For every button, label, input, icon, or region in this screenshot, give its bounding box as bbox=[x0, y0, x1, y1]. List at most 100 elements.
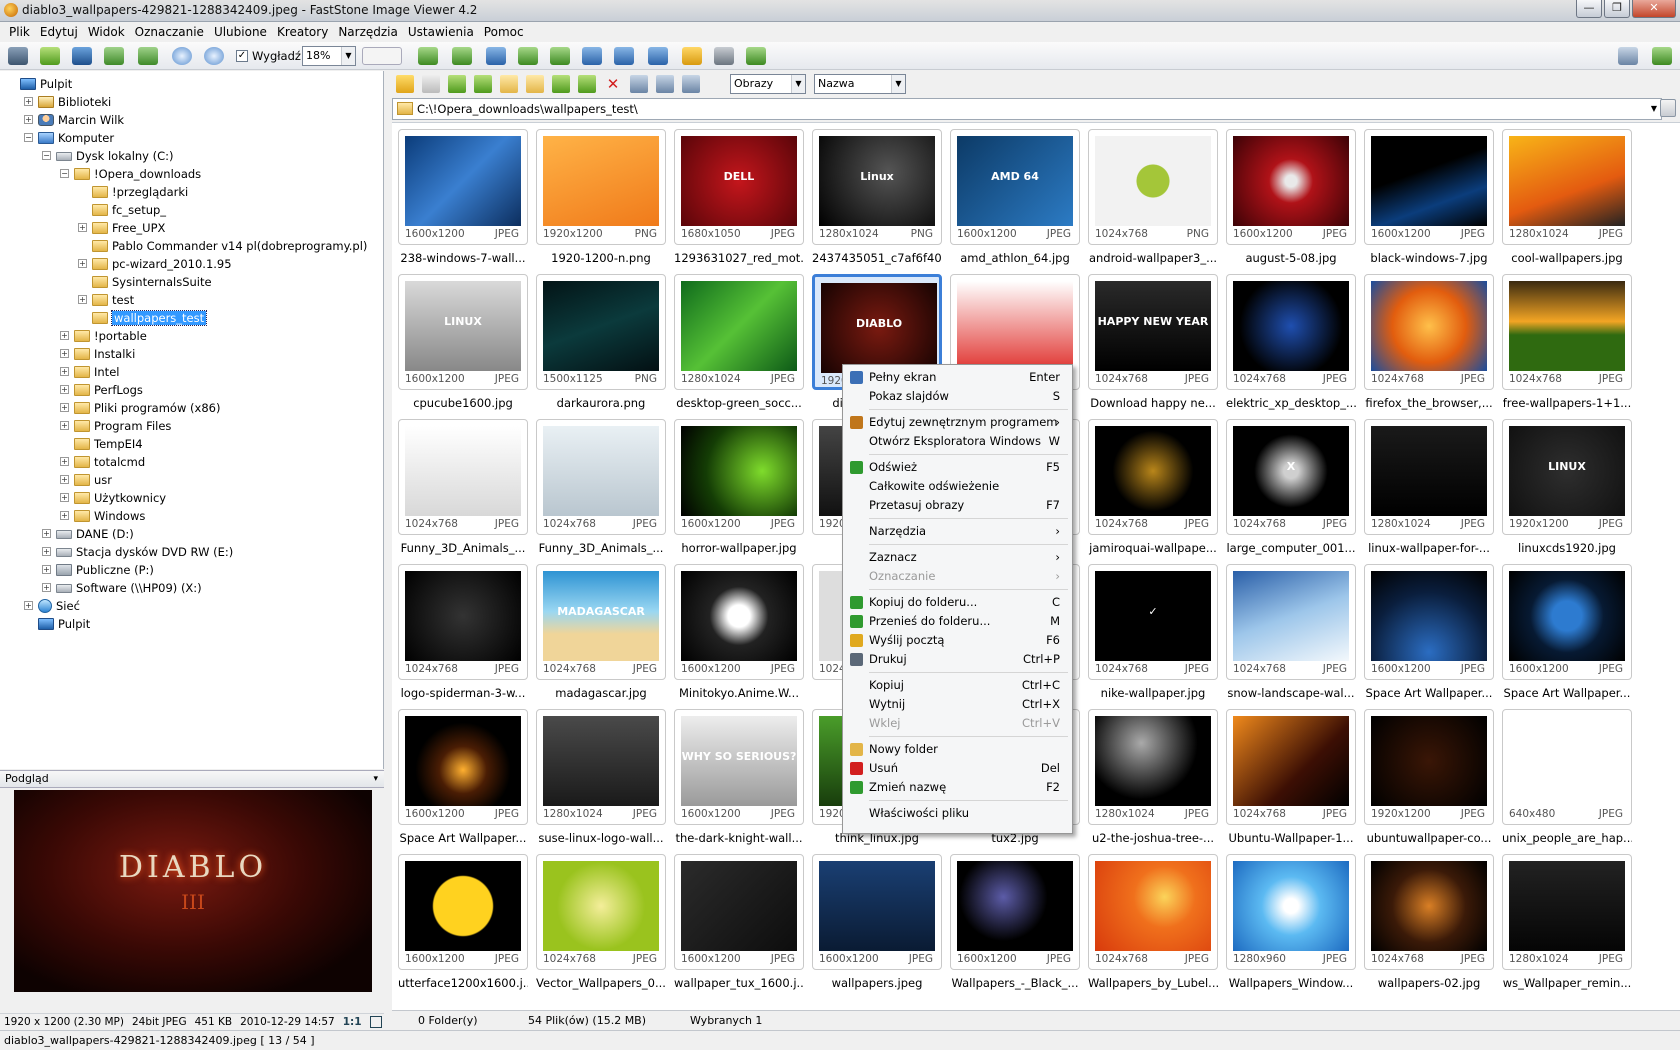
thumbnail-card[interactable]: DELL 1680x1050 JPEG bbox=[674, 129, 804, 245]
tree-item[interactable]: Software (\\HP09) (X:) bbox=[56, 579, 202, 597]
thumbnail-item[interactable]: 1280x1024 JPEG suse-linux-logo-wall... bbox=[536, 709, 666, 854]
thumbnail-card[interactable]: 1600x1200 JPEG bbox=[1364, 129, 1494, 245]
zoom-combo[interactable]: 18% ▼ bbox=[302, 46, 356, 66]
thumbnail-item[interactable]: 1024x768 JPEG free-wallpapers-1+1... bbox=[1502, 274, 1632, 419]
tree-item[interactable]: Program Files bbox=[74, 417, 171, 435]
delete-icon[interactable]: ✕ bbox=[604, 75, 622, 93]
acquire-icon[interactable] bbox=[8, 47, 28, 65]
chevron-down-icon[interactable]: ▼ bbox=[791, 75, 805, 93]
thumbnail-card[interactable]: HAPPY NEW YEAR 1024x768 JPEG bbox=[1088, 274, 1218, 390]
actual-size-button[interactable]: 1:1 bbox=[343, 1014, 362, 1030]
expand-toggle[interactable]: + bbox=[60, 421, 69, 430]
new-folder-icon[interactable] bbox=[526, 75, 544, 93]
thumbnail-card[interactable]: X 1024x768 JPEG bbox=[1226, 419, 1356, 535]
thumbnail-item[interactable]: 1280x1024 JPEG cool-wallpapers.jpg bbox=[1502, 129, 1632, 274]
tree-item[interactable]: Pulpit bbox=[38, 615, 90, 633]
thumbnail-card[interactable]: Linux 1280x1024 PNG bbox=[812, 129, 942, 245]
expand-toggle[interactable]: − bbox=[60, 169, 69, 178]
forward-icon[interactable] bbox=[422, 75, 440, 93]
expand-toggle[interactable]: − bbox=[24, 133, 33, 142]
expand-toggle[interactable]: + bbox=[42, 583, 51, 592]
thumbnail-item[interactable]: AMD 64 1600x1200 JPEG amd_athlon_64.jpg bbox=[950, 129, 1080, 274]
context-menu-item[interactable]: Kopiuj Ctrl+C bbox=[845, 676, 1070, 695]
move-to-icon[interactable] bbox=[578, 75, 596, 93]
thumbnail-card[interactable]: 1280x1024 JPEG bbox=[536, 709, 666, 825]
thumbnail-item[interactable]: 1024x768 JPEG logo-spiderman-3-w... bbox=[398, 564, 528, 709]
tree-item[interactable]: Pliki programów (x86) bbox=[74, 399, 220, 417]
context-menu-item[interactable]: Pokaz slajdów S bbox=[845, 387, 1070, 406]
close-button[interactable]: ✕ bbox=[1632, 0, 1676, 18]
thumbnail-card[interactable]: 1600x1200 JPEG bbox=[1226, 129, 1356, 245]
expand-toggle[interactable]: + bbox=[42, 547, 51, 556]
thumbnail-item[interactable]: Linux 1280x1024 PNG 2437435051_c7af6f40... bbox=[812, 129, 942, 274]
thumbnail-card[interactable]: ✓ 1024x768 JPEG bbox=[1088, 564, 1218, 680]
context-menu-item[interactable]: Pełny ekran Enter bbox=[845, 368, 1070, 387]
thumbnail-card[interactable]: 1280x1024 JPEG bbox=[1088, 709, 1218, 825]
thumbnail-card[interactable]: WHY SO SERIOUS? 1600x1200 JPEG bbox=[674, 709, 804, 825]
thumbnail-card[interactable]: 1024x768 JPEG bbox=[398, 564, 528, 680]
thumbnail-card[interactable]: 1920x1200 PNG bbox=[536, 129, 666, 245]
context-menu-item[interactable]: Edytuj zewnętrznym programem › bbox=[845, 413, 1070, 432]
tree-item[interactable]: !przeglądarki bbox=[92, 183, 188, 201]
thumbnail-card[interactable]: 1600x1200 JPEG bbox=[398, 129, 528, 245]
thumbnail-card[interactable]: 1500x1125 PNG bbox=[536, 274, 666, 390]
context-menu-item[interactable]: Zaznacz › bbox=[845, 548, 1070, 567]
thumbnail-item[interactable]: 1600x1200 JPEG Wallpapers_-_Black_... bbox=[950, 854, 1080, 999]
tree-item[interactable]: Instalki bbox=[74, 345, 135, 363]
thumbnail-item[interactable]: 1024x768 JPEG snow-landscape-wal... bbox=[1226, 564, 1356, 709]
hand-tool-icon[interactable] bbox=[362, 47, 402, 65]
thumbnail-item[interactable]: 1600x1200 JPEG Space Art Wallpaper... bbox=[1364, 564, 1494, 709]
layout-icon[interactable] bbox=[1618, 47, 1638, 65]
expand-toggle[interactable]: + bbox=[60, 349, 69, 358]
tree-item[interactable]: Windows bbox=[74, 507, 145, 525]
context-menu-item[interactable]: Usuń Del bbox=[845, 759, 1070, 778]
tree-item[interactable]: usr bbox=[74, 471, 112, 489]
tree-item[interactable]: DANE (D:) bbox=[56, 525, 134, 543]
thumbnail-item[interactable]: 1600x1200 JPEG Space Art Wallpaper... bbox=[398, 709, 528, 854]
path-field[interactable]: C:\!Opera_downloads\wallpapers_test\ ▼ bbox=[392, 98, 1662, 120]
folder-tree[interactable]: Pulpit + Biblioteki + Marcin Wilk − Komputer − D… bbox=[0, 71, 384, 769]
thumbnail-card[interactable]: 1024x768 PNG bbox=[1088, 129, 1218, 245]
thumbnail-item[interactable]: 1600x1200 JPEG Space Art Wallpaper... bbox=[1502, 564, 1632, 709]
save-icon[interactable] bbox=[72, 47, 92, 65]
thumbnail-item[interactable]: 640x480 JPEG unix_people_are_hap... bbox=[1502, 709, 1632, 854]
expand-toggle[interactable]: + bbox=[78, 223, 87, 232]
thumbnail-card[interactable]: 1280x960 JPEG bbox=[1226, 854, 1356, 970]
tree-item[interactable]: !portable bbox=[74, 327, 147, 345]
open-folder-icon[interactable] bbox=[40, 47, 60, 65]
tree-item[interactable]: totalcmd bbox=[74, 453, 145, 471]
expand-toggle[interactable]: + bbox=[42, 565, 51, 574]
tree-item[interactable]: !Opera_downloads bbox=[74, 165, 201, 183]
menu-kreatory[interactable]: Kreatory bbox=[272, 22, 333, 42]
context-menu-item[interactable]: Kopiuj do folderu... C bbox=[845, 593, 1070, 612]
trash-icon[interactable] bbox=[1660, 99, 1676, 117]
thumbnails-view-icon[interactable] bbox=[630, 75, 648, 93]
thumbnail-item[interactable]: 1024x768 JPEG Vector_Wallpapers_0... bbox=[536, 854, 666, 999]
thumbnail-item[interactable]: 1024x768 PNG android-wallpaper3_... bbox=[1088, 129, 1218, 274]
context-menu-item[interactable]: Drukuj Ctrl+P bbox=[845, 650, 1070, 669]
tree-item[interactable]: Komputer bbox=[38, 129, 114, 147]
thumbnail-item[interactable]: 1280x1024 JPEG ws_Wallpaper_remin... bbox=[1502, 854, 1632, 999]
context-menu-item[interactable]: Odśwież F5 bbox=[845, 458, 1070, 477]
chevron-down-icon[interactable]: ▾ bbox=[373, 771, 378, 787]
chevron-down-icon[interactable]: ▼ bbox=[341, 47, 355, 65]
thumbnail-card[interactable]: 1024x768 JPEG bbox=[1226, 274, 1356, 390]
thumbnail-card[interactable]: 1600x1200 JPEG bbox=[950, 854, 1080, 970]
sort-combo[interactable]: Nazwa ▼ bbox=[814, 74, 906, 94]
context-menu-item[interactable]: Przetasuj obrazy F7 bbox=[845, 496, 1070, 515]
zoom-in-icon[interactable] bbox=[172, 47, 192, 65]
up-folder-icon[interactable] bbox=[448, 75, 466, 93]
thumbnail-card[interactable]: 1280x1024 JPEG bbox=[1364, 419, 1494, 535]
thumbnail-item[interactable]: 1024x768 JPEG wallpapers-02.jpg bbox=[1364, 854, 1494, 999]
fullscreen-icon[interactable] bbox=[1652, 47, 1672, 65]
thumbnail-item[interactable]: 1024x768 JPEG Funny_3D_Animals_... bbox=[536, 419, 666, 564]
context-menu-item[interactable]: Otwórz Eksploratora Windows W bbox=[845, 432, 1070, 451]
context-menu-item[interactable]: Nowy folder bbox=[845, 740, 1070, 759]
save-as-icon[interactable] bbox=[104, 47, 124, 65]
email-icon[interactable] bbox=[682, 47, 702, 65]
thumbnail-card[interactable]: 1600x1200 JPEG bbox=[674, 419, 804, 535]
thumbnail-item[interactable]: LINUX 1600x1200 JPEG cpucube1600.jpg bbox=[398, 274, 528, 419]
thumbnail-card[interactable]: 1024x768 JPEG bbox=[1088, 854, 1218, 970]
expand-toggle[interactable]: + bbox=[78, 259, 87, 268]
thumbnail-card[interactable]: 1280x1024 JPEG bbox=[1502, 129, 1632, 245]
